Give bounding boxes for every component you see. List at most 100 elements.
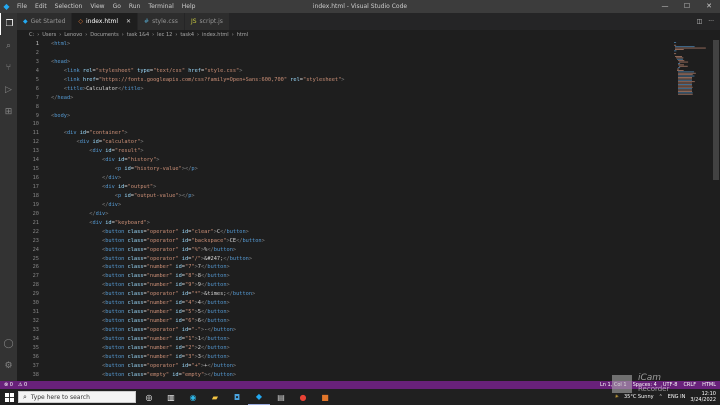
code-line[interactable]: 8	[17, 103, 672, 112]
status-item[interactable]: Ln 1, Col 1	[600, 382, 627, 388]
tray-arrow-icon[interactable]: ⌃	[659, 394, 663, 400]
code-line[interactable]: 29 <button class="operator" id="*">&time…	[17, 290, 672, 299]
chrome-icon[interactable]: ●	[292, 389, 314, 405]
code-line[interactable]: 28 <button class="number" id="9">9</butt…	[17, 281, 672, 290]
windows-start-icon[interactable]	[0, 389, 18, 405]
explorer-icon[interactable]: ❐	[0, 13, 18, 35]
close-icon[interactable]: ✕	[698, 0, 720, 13]
task-view-icon[interactable]: ◎	[138, 389, 160, 405]
code-line[interactable]: 31 <button class="number" id="5">5</butt…	[17, 308, 672, 317]
widgets-icon[interactable]: ▥	[160, 389, 182, 405]
terminal-icon[interactable]: ▤	[270, 389, 292, 405]
code-line[interactable]: 15 <p id="history-value"></p>	[17, 165, 672, 174]
tab-get-started[interactable]: ◆ Get Started	[17, 13, 73, 30]
split-editor-icon[interactable]: ◫	[697, 18, 703, 25]
code-line[interactable]: 32 <button class="number" id="6">6</butt…	[17, 317, 672, 326]
code-line[interactable]: 3 <head>	[17, 58, 672, 67]
code-line[interactable]: 26 <button class="number" id="7">7</butt…	[17, 263, 672, 272]
vscode-taskbar-icon[interactable]: ◆	[248, 389, 270, 405]
menu-view[interactable]: View	[86, 3, 108, 10]
code-line[interactable]: 37 <button class="operator" id="+">+</bu…	[17, 362, 672, 371]
file-explorer-icon[interactable]: ▰	[204, 389, 226, 405]
store-icon[interactable]: ◘	[226, 389, 248, 405]
code-line[interactable]: 1 <html>	[17, 40, 672, 49]
code-line[interactable]: 14 <div id="history">	[17, 156, 672, 165]
breadcrumb-item[interactable]: Users	[42, 32, 56, 38]
code-line[interactable]: 27 <button class="number" id="8">8</butt…	[17, 272, 672, 281]
language-indicator[interactable]: ENG IN	[668, 394, 686, 400]
tab-index-html[interactable]: ◇ index.html ✕	[72, 13, 139, 30]
breadcrumb-item[interactable]: task 1&4	[127, 32, 149, 38]
code-line[interactable]: 38 <button class="empty" id="empty"></bu…	[17, 371, 672, 380]
breadcrumb-item[interactable]: html	[237, 32, 248, 38]
editor-scrollbar[interactable]	[712, 40, 720, 381]
menu-selection[interactable]: Selection	[51, 3, 87, 10]
tab-script-js[interactable]: JS script.js	[184, 13, 230, 30]
code-line[interactable]: 19 </div>	[17, 201, 672, 210]
minimap[interactable]	[672, 40, 712, 100]
more-actions-icon[interactable]: ···	[708, 18, 714, 25]
menu-help[interactable]: Help	[178, 3, 200, 10]
code-editor[interactable]: 1 <html> 2 3 <head> 4 <link rel="stylesheet" …	[17, 40, 672, 381]
code-line[interactable]: 9 <body>	[17, 112, 672, 121]
maximize-icon[interactable]: ☐	[676, 0, 698, 13]
code-line[interactable]: 13 <div id="result">	[17, 147, 672, 156]
code-line[interactable]: 4 <link rel="stylesheet" type="text/css"…	[17, 67, 672, 76]
account-icon[interactable]: ◯	[0, 333, 17, 355]
menu-edit[interactable]: Edit	[31, 3, 51, 10]
menu-file[interactable]: File	[13, 3, 31, 10]
clock[interactable]: 12:10 3/24/2022	[690, 391, 716, 403]
code-line[interactable]: 17 <div id="output">	[17, 183, 672, 192]
code-line[interactable]: 22 <button class="operator" id="clear">C…	[17, 228, 672, 237]
status-item[interactable]: CRLF	[683, 382, 696, 388]
menu-terminal[interactable]: Terminal	[144, 3, 177, 10]
code-line[interactable]: 34 <button class="number" id="1">1</butt…	[17, 335, 672, 344]
status-problems[interactable]: ⚠ 0	[18, 382, 27, 388]
code-line[interactable]: 24 <button class="operator" id="%">%</bu…	[17, 246, 672, 255]
search-icon[interactable]: ⌕	[0, 35, 17, 57]
code-line[interactable]: 16 </div>	[17, 174, 672, 183]
breadcrumb-item[interactable]: Lenovo	[64, 32, 82, 38]
code-line[interactable]: 30 <button class="number" id="4">4</butt…	[17, 299, 672, 308]
breadcrumb-item[interactable]: C:	[29, 32, 34, 38]
tab-style-css[interactable]: # style.css	[138, 13, 185, 30]
close-tab-icon[interactable]: ✕	[126, 18, 131, 25]
extensions-icon[interactable]: ⊞	[0, 101, 17, 123]
status-item[interactable]: UTF-8	[663, 382, 678, 388]
code-line[interactable]: 33 <button class="operator" id="-">-</bu…	[17, 326, 672, 335]
code-line[interactable]: 36 <button class="number" id="3">3</butt…	[17, 353, 672, 362]
code-line[interactable]: 6 <title>Calculator</title>	[17, 85, 672, 94]
code-line[interactable]: 25 <button class="operator" id="/">&#247…	[17, 255, 672, 264]
code-line[interactable]: 21 <div id="keyboard">	[17, 219, 672, 228]
code-line[interactable]: 12 <div id="calculator">	[17, 138, 672, 147]
minimize-icon[interactable]: —	[654, 0, 676, 13]
status-problems[interactable]: ⊗ 0	[4, 382, 13, 388]
breadcrumb-item[interactable]: lec 12	[157, 32, 172, 38]
code-token: class	[124, 291, 144, 298]
status-item[interactable]: HTML	[702, 382, 716, 388]
code-line[interactable]: 10	[17, 120, 672, 129]
code-line[interactable]: 23 <button class="operator" id="backspac…	[17, 237, 672, 246]
code-line[interactable]: 5 <link href="https://fonts.googleapis.c…	[17, 76, 672, 85]
menu-go[interactable]: Go	[109, 3, 125, 10]
run-debug-icon[interactable]: ▷	[0, 79, 17, 101]
weather-text[interactable]: 35°C Sunny	[624, 394, 654, 400]
edge-icon[interactable]: ◉	[182, 389, 204, 405]
gear-icon[interactable]: ⚙	[0, 355, 17, 377]
taskbar-search-box[interactable]: ⌕ Type here to search	[18, 391, 136, 403]
breadcrumb-item[interactable]: index.html	[202, 32, 229, 38]
app-icon[interactable]: ■	[314, 389, 336, 405]
code-line[interactable]: 7 </head>	[17, 94, 672, 103]
code-line[interactable]: 18 <p id="output-value"></p>	[17, 192, 672, 201]
source-control-icon[interactable]: ⑂	[0, 57, 17, 79]
code-token: >	[153, 184, 157, 190]
scrollbar-thumb[interactable]	[713, 40, 719, 180]
breadcrumb-item[interactable]: task4	[180, 32, 194, 38]
menu-run[interactable]: Run	[125, 3, 145, 10]
code-line[interactable]: 35 <button class="number" id="2">2</butt…	[17, 344, 672, 353]
status-item[interactable]: Spaces: 4	[633, 382, 657, 388]
code-line[interactable]: 11 <div id="container">	[17, 129, 672, 138]
code-line[interactable]: 20 </div>	[17, 210, 672, 219]
code-line[interactable]: 2	[17, 49, 672, 58]
breadcrumb-item[interactable]: Documents	[90, 32, 119, 38]
